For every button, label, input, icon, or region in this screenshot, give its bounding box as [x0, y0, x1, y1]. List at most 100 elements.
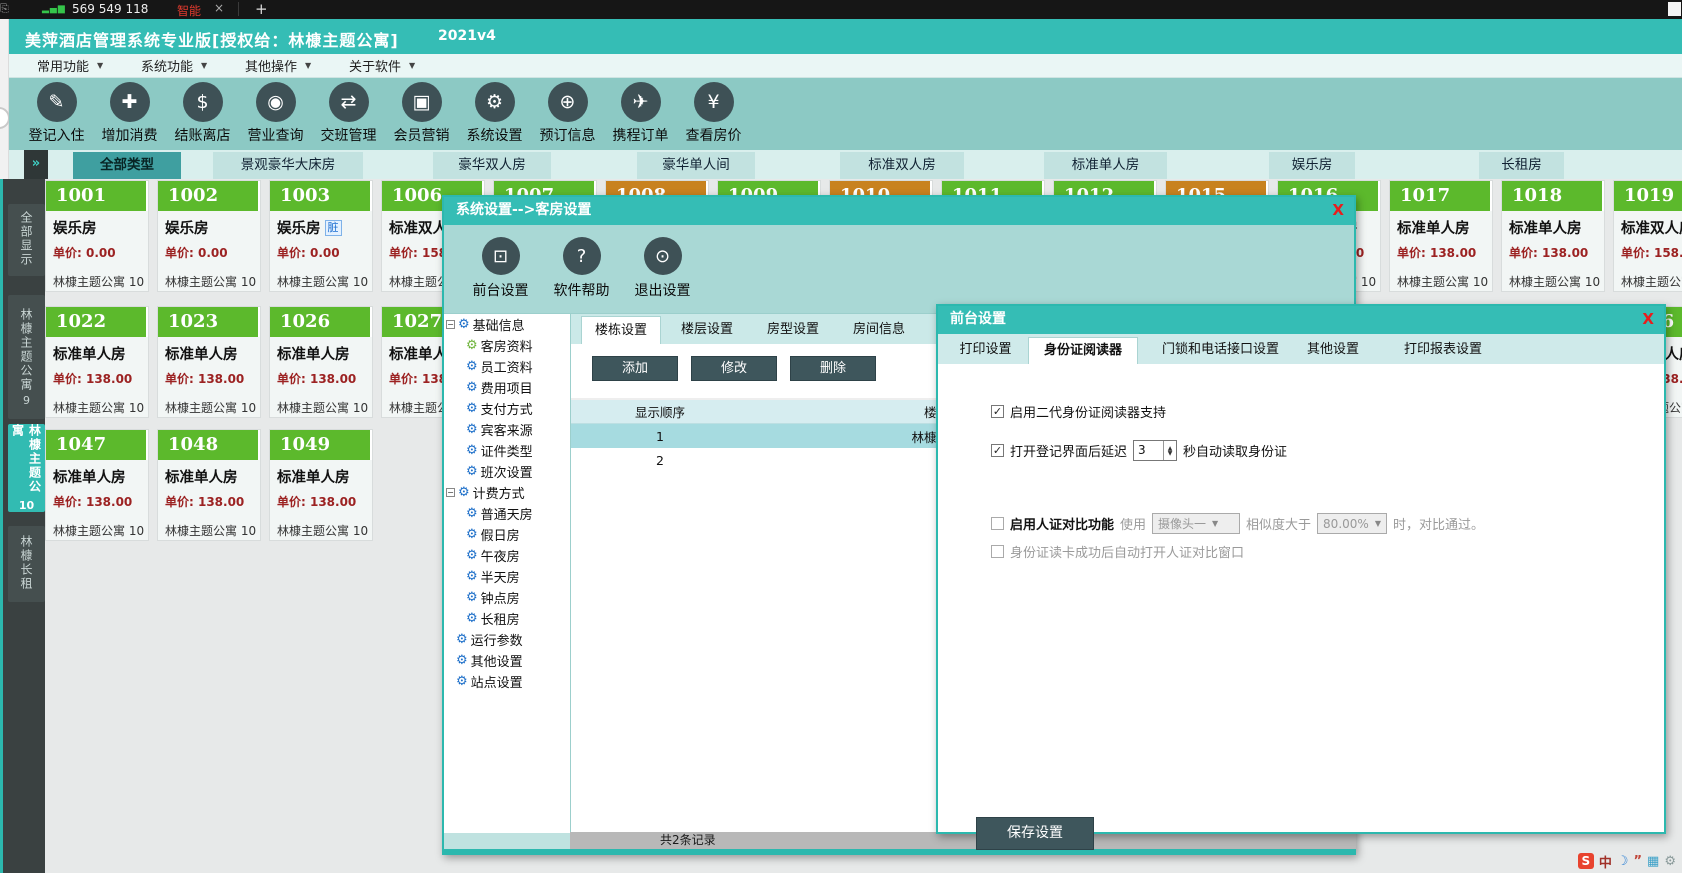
front-dialog-tab[interactable]: 身份证阅读器 — [1028, 337, 1138, 364]
delay-seconds-value[interactable]: 3 — [1134, 441, 1163, 460]
front-dialog-tab[interactable]: 打印设置 — [943, 337, 1028, 364]
camera-select[interactable]: 摄像头一 ▼ — [1152, 513, 1240, 534]
room-card[interactable]: 1048 标准单人房 单价: 138.00 林槺主题公寓 10 — [157, 429, 261, 541]
tree-expander-icon[interactable]: − — [446, 488, 455, 497]
tray-icon[interactable]: 中 — [1599, 852, 1612, 871]
room-card[interactable]: 1017 标准单人房 单价: 138.00 林槺主题公寓 10 — [1389, 180, 1493, 292]
tree-item[interactable]: − ⚙ 费用项目 — [444, 377, 570, 398]
sidebar-building-item[interactable]: 林槺主题公寓 9 — [8, 295, 45, 419]
front-dialog-tab[interactable]: 其他设置 — [1288, 337, 1378, 364]
toolbar-button[interactable]: ⚙ 系统设置 — [458, 78, 531, 150]
menu-item[interactable]: 其他操作 ▼ — [245, 56, 345, 75]
tree-item[interactable]: − ⚙ 员工资料 — [444, 356, 570, 377]
tree-item[interactable]: − ⚙ 基础信息 — [444, 314, 570, 335]
enable-reader-checkbox[interactable]: ✓ — [991, 405, 1004, 418]
room-type-tab[interactable]: 豪华单人间 — [637, 152, 755, 179]
room-type-tab[interactable]: 全部类型 — [73, 152, 181, 179]
tree-item[interactable]: − ⚙ 证件类型 — [444, 440, 570, 461]
table-action-button[interactable]: 删除 — [790, 356, 876, 381]
new-tab-button[interactable]: + — [255, 0, 268, 18]
close-icon[interactable]: X — [1642, 306, 1654, 333]
dialog-toolbar-button[interactable]: ⊡ 前台设置 — [460, 225, 541, 313]
room-card[interactable]: 1002 娱乐房 单价: 0.00 林槺主题公寓 10 — [157, 180, 261, 292]
tree-item[interactable]: − ⚙ 长租房 — [444, 608, 570, 629]
room-card[interactable]: 1023 标准单人房 单价: 138.00 林槺主题公寓 10 — [157, 306, 261, 418]
toolbar-button[interactable]: $ 结账离店 — [166, 78, 239, 150]
room-number: 1006 — [392, 185, 442, 206]
tab-close-icon[interactable]: × — [214, 1, 224, 15]
tray-icon[interactable]: S — [1578, 853, 1594, 869]
room-card[interactable]: 1049 标准单人房 单价: 138.00 林槺主题公寓 10 — [269, 429, 373, 541]
room-type-tab[interactable]: 标准单人房 — [1044, 152, 1167, 179]
tree-item[interactable]: − ⚙ 班次设置 — [444, 461, 570, 482]
sidebar-building-item[interactable]: 林槺主题公寓 10 — [8, 424, 45, 512]
tree-item[interactable]: − ⚙ 假日房 — [444, 524, 570, 545]
tree-item[interactable]: − ⚙ 支付方式 — [444, 398, 570, 419]
similarity-select[interactable]: 80.00% ▼ — [1317, 513, 1387, 534]
toolbar-button[interactable]: ◉ 营业查询 — [239, 78, 312, 150]
room-card[interactable]: 1019 标准双人房 单价: 158.00 林槺主题公寓 10 — [1613, 180, 1682, 292]
tree-item[interactable]: − ⚙ 午夜房 — [444, 545, 570, 566]
toolbar-button[interactable]: ✚ 增加消费 — [93, 78, 166, 150]
front-dialog-tab[interactable]: 打印报表设置 — [1378, 337, 1508, 364]
room-card[interactable]: 1003 娱乐房 脏 单价: 0.00 林槺主题公寓 10 — [269, 180, 373, 292]
tree-item[interactable]: − ⚙ 站点设置 — [444, 671, 570, 692]
room-card[interactable]: 1001 娱乐房 单价: 0.00 林槺主题公寓 10 — [45, 180, 149, 292]
browser-tab-title[interactable]: 569 549 118 — [72, 2, 148, 16]
auto-open-compare-checkbox[interactable] — [991, 545, 1004, 558]
tree-item[interactable]: − ⚙ 其他设置 — [444, 650, 570, 671]
tree-expander-icon[interactable]: − — [446, 320, 455, 329]
tree-item[interactable]: − ⚙ 客房资料 — [444, 335, 570, 356]
room-card[interactable]: 1022 标准单人房 单价: 138.00 林槺主题公寓 10 — [45, 306, 149, 418]
room-type: 标准单人房 — [1397, 217, 1470, 238]
tray-icon[interactable]: ☽ — [1617, 854, 1629, 869]
front-dialog-tab[interactable]: 门锁和电话接口设置 — [1138, 337, 1303, 364]
room-type-tab[interactable]: 景观豪华大床房 — [213, 152, 363, 179]
room-type-tab[interactable]: 标准双人房 — [840, 152, 964, 179]
dialog-toolbar-button[interactable]: ? 软件帮助 — [541, 225, 622, 313]
dialog-toolbar-button[interactable]: ⊙ 退出设置 — [622, 225, 703, 313]
tree-item[interactable]: − ⚙ 运行参数 — [444, 629, 570, 650]
room-dialog-tab[interactable]: 房型设置 — [753, 316, 833, 344]
menu-item[interactable]: 关于软件 ▼ — [349, 56, 449, 75]
window-control[interactable] — [1668, 2, 1681, 16]
room-dialog-tab[interactable]: 楼栋设置 — [581, 316, 661, 344]
sidebar-building-item[interactable]: 林槺长租 — [8, 526, 45, 602]
tree-item[interactable]: − ⚙ 钟点房 — [444, 587, 570, 608]
menu-item[interactable]: 常用功能 ▼ — [37, 56, 137, 75]
tree-item[interactable]: − ⚙ 半天房 — [444, 566, 570, 587]
close-icon[interactable]: X — [1332, 197, 1344, 224]
tray-icon[interactable]: ▦ — [1647, 854, 1659, 869]
toolbar-button[interactable]: ⇄ 交班管理 — [312, 78, 385, 150]
stepper-down-icon[interactable]: ▼ — [1168, 451, 1173, 456]
tray-icon[interactable]: ⚙ — [1664, 854, 1676, 869]
room-dialog-tab[interactable]: 房间信息 — [839, 316, 919, 344]
toolbar-button[interactable]: ✈ 携程订单 — [604, 78, 677, 150]
tree-item-label: 班次设置 — [481, 462, 533, 481]
tree-item[interactable]: − ⚙ 计费方式 — [444, 482, 570, 503]
view-price-icon: ¥ — [694, 82, 734, 122]
tree-item[interactable]: − ⚙ 宾客来源 — [444, 419, 570, 440]
room-type-tab[interactable]: 娱乐房 — [1269, 152, 1355, 179]
sidebar-building-item[interactable]: 全部显示 — [8, 204, 45, 276]
room-card[interactable]: 1047 标准单人房 单价: 138.00 林槺主题公寓 10 — [45, 429, 149, 541]
room-card[interactable]: 1026 标准单人房 单价: 138.00 林槺主题公寓 10 — [269, 306, 373, 418]
face-compare-checkbox[interactable] — [991, 517, 1004, 530]
room-type-tab[interactable]: 长租房 — [1479, 152, 1564, 179]
toolbar-button[interactable]: ⊕ 预订信息 — [531, 78, 604, 150]
table-action-button[interactable]: 添加 — [592, 356, 678, 381]
toolbar-button[interactable]: ✎ 登记入住 — [20, 78, 93, 150]
toolbar-button[interactable]: ¥ 查看房价 — [677, 78, 750, 150]
toolbar-button[interactable]: ▣ 会员营销 — [385, 78, 458, 150]
room-card[interactable]: 1018 标准单人房 单价: 138.00 林槺主题公寓 10 — [1501, 180, 1605, 292]
save-settings-button[interactable]: 保存设置 — [976, 817, 1094, 850]
tree-item[interactable]: − ⚙ 普通天房 — [444, 503, 570, 524]
delay-read-checkbox[interactable]: ✓ — [991, 444, 1004, 457]
tray-icon[interactable]: ” — [1634, 854, 1643, 869]
delay-seconds-stepper[interactable]: 3 ▲ ▼ — [1133, 440, 1177, 461]
room-dialog-tab[interactable]: 楼层设置 — [667, 316, 747, 344]
table-action-button[interactable]: 修改 — [691, 356, 777, 381]
room-type-tab[interactable]: 豪华双人房 — [433, 152, 551, 179]
collapse-sidebar-icon[interactable]: » — [24, 150, 48, 179]
menu-item[interactable]: 系统功能 ▼ — [141, 56, 241, 75]
